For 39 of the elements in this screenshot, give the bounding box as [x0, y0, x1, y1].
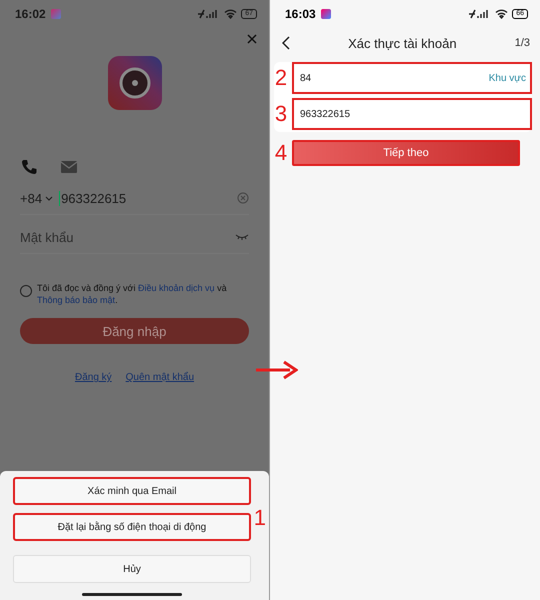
- email-tab[interactable]: [60, 158, 78, 176]
- callout-number: 4: [274, 142, 288, 164]
- clear-icon[interactable]: [237, 192, 249, 204]
- field-value: 963322615: [300, 108, 352, 120]
- phone-input[interactable]: 963322615: [59, 190, 231, 206]
- wifi-icon: [224, 9, 238, 19]
- back-button[interactable]: [282, 36, 290, 50]
- app-notification-icon: [50, 9, 61, 19]
- agreement-text: Tôi đã đọc và đồng ý với Điều khoản dịch vụ và Thông báo bảo mật.: [37, 282, 228, 306]
- terms-link[interactable]: Điều khoản dịch vụ: [138, 283, 215, 293]
- input-field[interactable]: 84 Khu vực: [292, 62, 532, 94]
- field-value: 84: [300, 72, 312, 84]
- sheet-option-button[interactable]: Đặt lại bằng số điện thoại di động: [13, 513, 251, 541]
- status-time: 16:02: [15, 7, 46, 21]
- caret-icon: [45, 196, 54, 200]
- text-link[interactable]: Quên mật khẩu: [126, 372, 194, 383]
- callout-number: 2: [274, 67, 288, 89]
- sheet-option-button[interactable]: Xác minh qua Email: [13, 477, 251, 505]
- callout-number: 3: [274, 103, 288, 125]
- next-button[interactable]: Tiếp theo: [292, 140, 520, 166]
- password-input[interactable]: Mật khẩu: [20, 230, 229, 244]
- closed-eye-icon[interactable]: [235, 234, 249, 240]
- callout-number: 1: [254, 507, 266, 529]
- page-title: Xác thực tài khoản: [347, 36, 458, 50]
- login-button[interactable]: Đăng nhập: [20, 318, 249, 344]
- app-notification-icon: [320, 9, 331, 19]
- country-code-selector[interactable]: +84: [20, 190, 54, 206]
- app-logo-icon: [108, 56, 162, 110]
- input-field[interactable]: 963322615: [292, 98, 532, 130]
- arrow-icon: [256, 360, 298, 380]
- region-button[interactable]: Khu vực: [488, 72, 526, 84]
- status-time: 16:03: [285, 7, 316, 21]
- agreement-checkbox[interactable]: [20, 285, 32, 297]
- privacy-link[interactable]: Thông báo bảo mật: [37, 295, 116, 305]
- step-counter: 1/3: [514, 37, 530, 49]
- phone-tab[interactable]: [20, 158, 38, 176]
- wifi-icon: [495, 9, 508, 19]
- cancel-button[interactable]: Hủy: [13, 555, 251, 583]
- text-link[interactable]: Đăng ký: [74, 372, 112, 383]
